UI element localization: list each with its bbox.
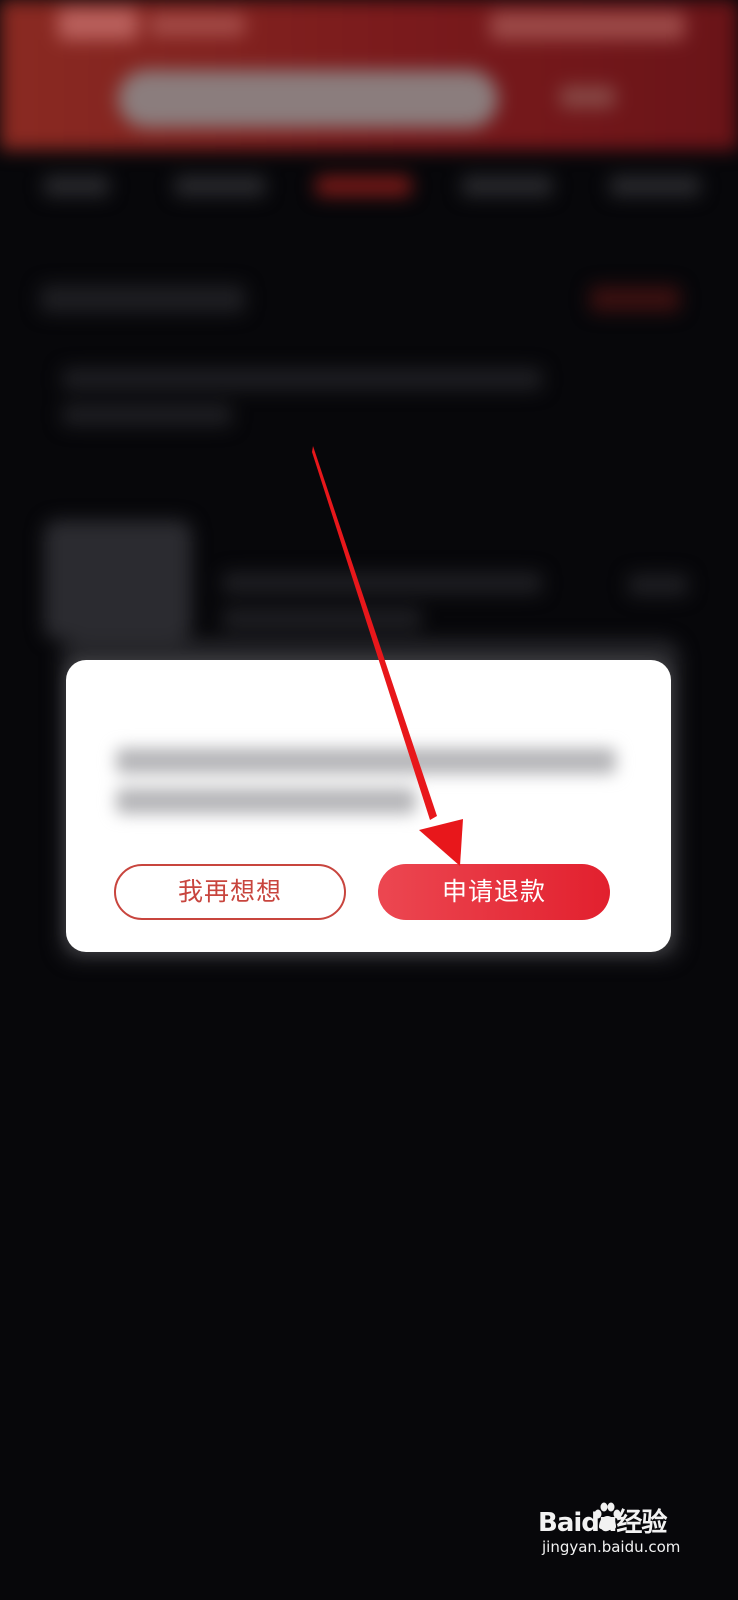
baidu-jingyan-watermark: Baidu经验 jingyan.baidu.com: [538, 1498, 698, 1558]
search-bar: [118, 70, 498, 128]
product-title: [222, 572, 542, 594]
app-logo: [58, 8, 138, 40]
product-subtitle: [222, 608, 422, 630]
header-action: [560, 86, 615, 108]
tab-2: [175, 176, 265, 196]
app-logo-text: [150, 14, 245, 36]
watermark-url: jingyan.baidu.com: [542, 1538, 681, 1556]
tab-4: [462, 176, 552, 196]
app-header: [0, 0, 738, 150]
product-price: [628, 574, 688, 596]
order-shop-name: [40, 285, 245, 313]
confirm-refund-button[interactable]: 申请退款: [378, 864, 610, 920]
dialog-message-blurred: [116, 748, 616, 828]
tab-5: [610, 176, 700, 196]
order-status: [590, 286, 680, 312]
dialog-message-line: [116, 748, 616, 774]
dialog-message-line: [116, 788, 416, 814]
order-info-line: [62, 404, 232, 426]
tab-1: [44, 176, 109, 196]
order-info-line: [62, 368, 542, 390]
cancel-button[interactable]: 我再想想: [114, 864, 346, 920]
tab-3-active: [316, 176, 411, 196]
header-status-area: [490, 12, 685, 40]
product-thumbnail: [44, 520, 192, 640]
watermark-brand: Baidu经验: [538, 1508, 667, 1538]
refund-confirm-dialog: 我再想想 申请退款: [66, 660, 671, 952]
